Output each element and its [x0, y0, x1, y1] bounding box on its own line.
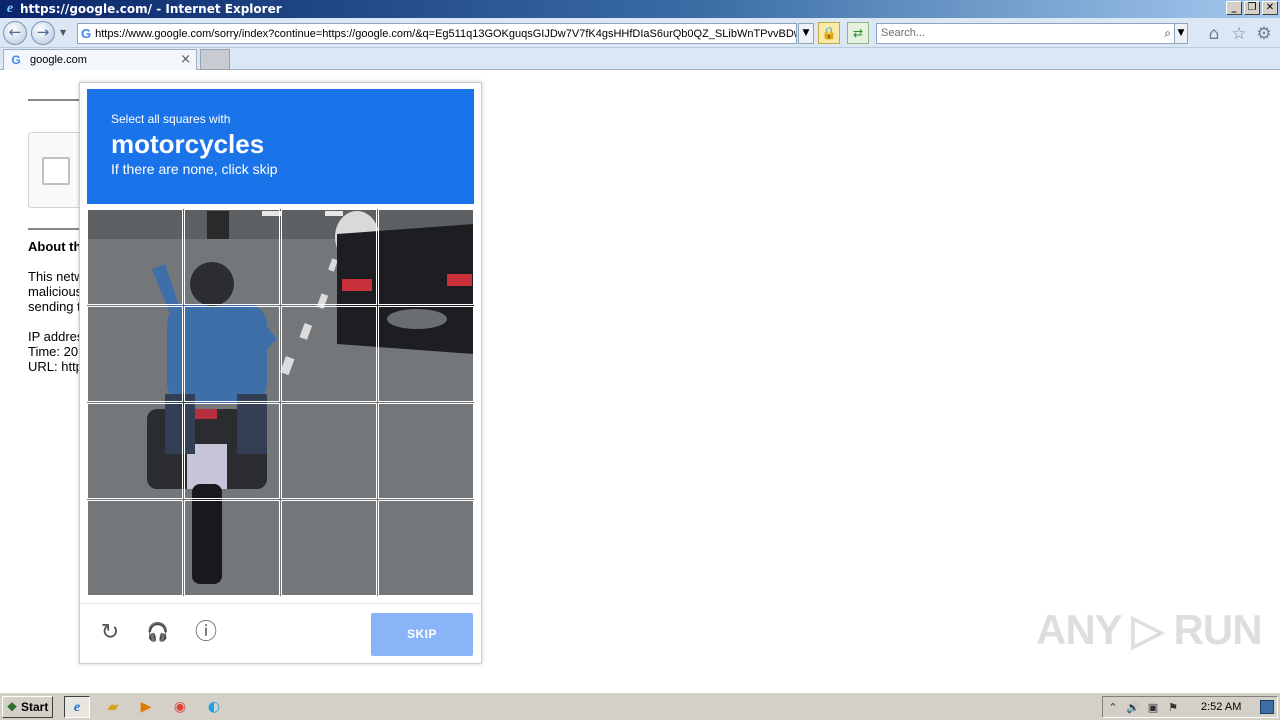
grid-tile[interactable]: [378, 209, 474, 305]
start-button[interactable]: ❖ Start: [2, 696, 53, 718]
search-icon[interactable]: ⌕: [1164, 24, 1171, 43]
internet-explorer-icon: e: [6, 1, 14, 16]
grid-tile[interactable]: [281, 209, 377, 305]
action-center-flag-icon[interactable]: ⚑: [1163, 701, 1183, 714]
refresh-icon[interactable]: ⇄: [847, 22, 869, 44]
window-controls: _ ❐ ✕: [1226, 1, 1278, 15]
media-player-icon[interactable]: ▶: [133, 696, 159, 718]
google-favicon-icon: G: [81, 25, 92, 41]
challenge-header: Select all squares with motorcycles If t…: [87, 89, 474, 204]
grid-tile[interactable]: [87, 209, 183, 305]
grid-tile[interactable]: [87, 403, 183, 499]
anyrun-watermark: ANY ▷ RUN: [1036, 606, 1263, 653]
navigation-toolbar: ← → ▼ G https://www.google.com/sorry/ind…: [0, 18, 1280, 48]
home-icon[interactable]: ⌂: [1204, 24, 1224, 44]
network-icon[interactable]: ▣: [1143, 701, 1163, 714]
system-tray: ⌃ 🔊 ▣ ⚑ 2:52 AM: [1102, 696, 1278, 718]
search-dropdown-button[interactable]: ▼: [1174, 23, 1188, 44]
instruction-text: Select all squares with: [111, 112, 231, 126]
address-dropdown-button[interactable]: ▼: [798, 23, 814, 44]
minimize-button[interactable]: _: [1226, 1, 1242, 15]
clock[interactable]: 2:52 AM: [1201, 701, 1241, 713]
window-titlebar: e https://google.com/ - Internet Explore…: [0, 0, 1280, 18]
grid-tile[interactable]: [184, 403, 280, 499]
grid-tile[interactable]: [378, 500, 474, 596]
taskbar: ❖ Start e ▰ ▶ ◉ ◐ ⌃ 🔊 ▣ ⚑ 2:52 AM: [0, 692, 1280, 720]
grid-tile[interactable]: [184, 209, 280, 305]
grid-tile[interactable]: [281, 306, 377, 402]
grid-tile[interactable]: [378, 306, 474, 402]
history-dropdown-icon[interactable]: ▼: [60, 28, 70, 38]
target-object-label: motorcycles: [111, 129, 265, 159]
show-desktop-icon[interactable]: [1260, 700, 1274, 714]
grid-tile[interactable]: [87, 306, 183, 402]
volume-icon[interactable]: 🔊: [1123, 701, 1143, 714]
image-grid: [87, 209, 474, 596]
chrome-icon[interactable]: ◉: [167, 696, 193, 718]
challenge-footer: ↻ 🎧 ⓘ SKIP: [80, 603, 481, 663]
address-url[interactable]: https://www.google.com/sorry/index?conti…: [95, 28, 796, 40]
tab-title: google.com: [30, 54, 87, 66]
forward-button[interactable]: →: [31, 21, 55, 45]
window-title: https://google.com/ - Internet Explorer: [20, 2, 282, 16]
grid-tile[interactable]: [281, 403, 377, 499]
search-input[interactable]: Search... ⌕: [876, 23, 1176, 44]
recaptcha-challenge-dialog: Select all squares with motorcycles If t…: [79, 82, 482, 664]
skip-button[interactable]: SKIP: [371, 613, 473, 656]
audio-challenge-icon[interactable]: 🎧: [143, 618, 173, 648]
close-window-button[interactable]: ✕: [1262, 1, 1278, 15]
edge-icon[interactable]: ◐: [201, 696, 227, 718]
back-button[interactable]: ←: [3, 21, 27, 45]
favorites-star-icon[interactable]: ☆: [1229, 24, 1249, 44]
recaptcha-checkbox[interactable]: [42, 157, 70, 185]
show-hidden-icons-icon[interactable]: ⌃: [1103, 701, 1123, 714]
new-tab-button[interactable]: [200, 49, 230, 70]
ie-taskbar-icon[interactable]: e: [64, 696, 90, 718]
explorer-folder-icon[interactable]: ▰: [100, 696, 126, 718]
maximize-button[interactable]: ❐: [1244, 1, 1260, 15]
grid-tile[interactable]: [87, 500, 183, 596]
start-label: Start: [21, 700, 49, 714]
tab-google[interactable]: G google.com ×: [3, 49, 197, 70]
google-favicon-icon: G: [11, 53, 21, 67]
grid-tile[interactable]: [184, 500, 280, 596]
address-bar[interactable]: G https://www.google.com/sorry/index?con…: [77, 23, 797, 44]
info-icon[interactable]: ⓘ: [191, 618, 221, 648]
grid-tile[interactable]: [184, 306, 280, 402]
skip-hint-text: If there are none, click skip: [111, 161, 278, 177]
grid-tile[interactable]: [281, 500, 377, 596]
grid-tile[interactable]: [378, 403, 474, 499]
reload-icon[interactable]: ↻: [95, 618, 125, 648]
search-placeholder: Search...: [881, 27, 926, 39]
tab-strip: G google.com ×: [0, 48, 1280, 70]
windows-flag-icon: ❖: [6, 700, 18, 714]
tab-close-icon[interactable]: ×: [180, 52, 191, 67]
lock-icon[interactable]: 🔒: [818, 22, 840, 44]
tools-gear-icon[interactable]: ⚙: [1254, 24, 1274, 44]
